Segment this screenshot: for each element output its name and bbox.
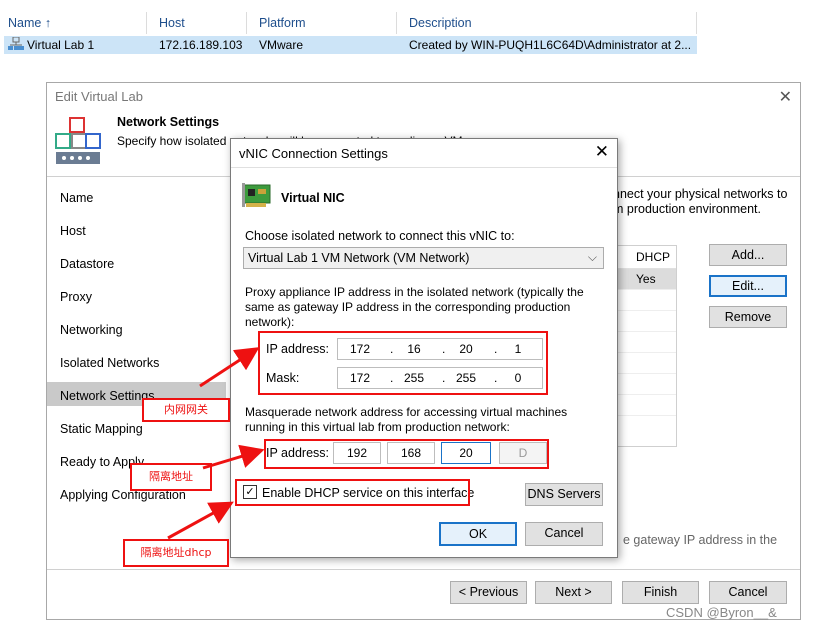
arrow-to-dhcp <box>167 501 234 540</box>
watermark: CSDN @Byron__& <box>666 605 777 620</box>
arrow-to-masquerade <box>202 444 265 470</box>
annotation-arrows <box>167 347 265 540</box>
arrow-to-ip-mask <box>199 347 260 388</box>
